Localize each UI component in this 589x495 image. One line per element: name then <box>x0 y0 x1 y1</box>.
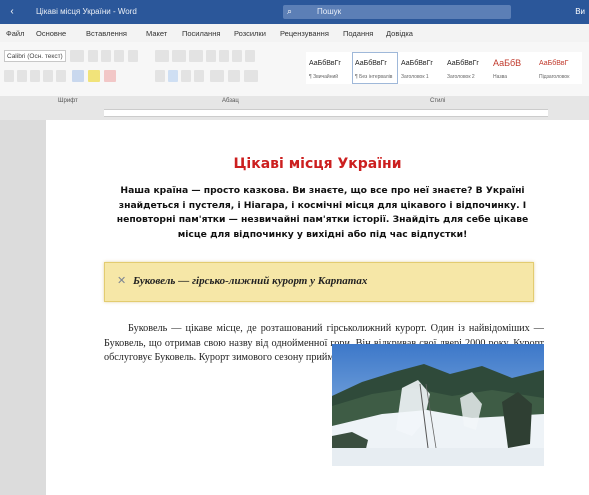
style-subtitle[interactable]: АаБбВвГ Підзаголовок <box>536 52 582 84</box>
style-no-spacing[interactable]: АаБбВвГг ¶ Без інтервалів <box>352 52 398 84</box>
intro-paragraph: Наша країна — просто казкова. Ви знаєте,… <box>116 185 529 240</box>
group-label-font: Шрифт <box>58 98 78 104</box>
window-title: Цікаві місця України - Word <box>36 7 137 16</box>
shading-icon[interactable] <box>228 70 240 82</box>
account-name[interactable]: Ви <box>575 7 585 16</box>
ribbon: Calibri (Осн. текст) АаБбВвГг ¶ Звичайни… <box>0 42 589 97</box>
bold-icon[interactable] <box>4 70 14 82</box>
tab-view[interactable]: Подання <box>343 29 373 38</box>
tab-home[interactable]: Основне <box>36 29 66 38</box>
document-title: Цікаві місця України <box>233 156 402 172</box>
grow-font-icon[interactable] <box>88 50 98 62</box>
ribbon-tabs: Файл Основне Вставлення Макет Посилання … <box>0 24 589 42</box>
style-caption: Підзаголовок <box>539 74 570 80</box>
strikethrough-icon[interactable] <box>43 70 53 82</box>
font-size-box[interactable] <box>70 50 84 62</box>
subscript-icon[interactable] <box>56 70 66 82</box>
callout-box: ✕ Буковель — гірсько-лижний курорт у Кар… <box>104 262 534 302</box>
tab-layout[interactable]: Макет <box>146 29 167 38</box>
tab-review[interactable]: Рецензування <box>280 29 329 38</box>
left-margin-area <box>0 120 46 495</box>
line-spacing-icon[interactable] <box>210 70 224 82</box>
decrease-indent-icon[interactable] <box>206 50 216 62</box>
title-bar: ‹ Цікаві місця України - Word ⌕ Пошук Ви <box>0 0 589 24</box>
numbering-icon[interactable] <box>172 50 186 62</box>
style-caption: ¶ Звичайний <box>309 74 339 80</box>
underline-icon[interactable] <box>30 70 40 82</box>
styles-gallery: АаБбВвГг ¶ Звичайний АаБбВвГг ¶ Без інте… <box>302 46 587 90</box>
style-caption: Заголовок 1 <box>401 74 429 80</box>
close-x-icon: ✕ <box>117 275 127 287</box>
font-name-box[interactable]: Calibri (Осн. текст) <box>4 50 66 62</box>
tab-references[interactable]: Посилання <box>182 29 220 38</box>
style-title[interactable]: АаБбВ Назва <box>490 52 536 84</box>
ski-resort-photo[interactable] <box>332 344 544 466</box>
word-window: ‹ Цікаві місця України - Word ⌕ Пошук Ви… <box>0 0 589 495</box>
style-caption: ¶ Без інтервалів <box>355 74 393 80</box>
ruler-area: Шрифт Абзац Стилі <box>0 96 589 120</box>
change-case-icon[interactable] <box>114 50 124 62</box>
group-label-styles: Стилі <box>430 98 446 104</box>
highlight-color-icon[interactable] <box>88 70 100 82</box>
search-box[interactable]: ⌕ Пошук <box>283 5 511 19</box>
tab-insert[interactable]: Вставлення <box>86 29 127 38</box>
horizontal-ruler[interactable] <box>104 109 548 117</box>
tab-help[interactable]: Довідка <box>386 29 413 38</box>
align-left-icon[interactable] <box>155 70 165 82</box>
style-sample: АаБбВ <box>493 58 522 68</box>
style-sample: АаБбВвГ <box>539 60 569 67</box>
style-sample: АаБбВвГг <box>355 60 387 67</box>
style-caption: Назва <box>493 74 508 80</box>
style-heading-1[interactable]: АаБбВвГг Заголовок 1 <box>398 52 444 84</box>
bullets-icon[interactable] <box>155 50 169 62</box>
mountain-image <box>332 344 544 466</box>
align-center-icon[interactable] <box>168 70 178 82</box>
style-sample: АаБбВвГг <box>401 60 433 67</box>
document-page[interactable]: Цікаві місця України Наша країна — прост… <box>46 120 589 495</box>
tab-file[interactable]: Файл <box>6 29 24 38</box>
italic-icon[interactable] <box>17 70 27 82</box>
text-effects-icon[interactable] <box>72 70 84 82</box>
style-sample: АаБбВвГг <box>447 60 479 67</box>
group-label-paragraph: Абзац <box>222 98 239 104</box>
sort-icon[interactable] <box>232 50 242 62</box>
search-icon: ⌕ <box>287 6 293 16</box>
tab-mailings[interactable]: Розсилки <box>234 29 266 38</box>
justify-icon[interactable] <box>194 70 204 82</box>
shrink-font-icon[interactable] <box>101 50 111 62</box>
style-sample: АаБбВвГг <box>309 60 341 67</box>
style-caption: Заголовок 2 <box>447 74 475 80</box>
font-color-icon[interactable] <box>104 70 116 82</box>
style-normal[interactable]: АаБбВвГг ¶ Звичайний <box>306 52 352 84</box>
multilevel-list-icon[interactable] <box>189 50 203 62</box>
search-placeholder: Пошук <box>317 7 342 16</box>
clear-format-icon[interactable] <box>128 50 138 62</box>
align-right-icon[interactable] <box>181 70 191 82</box>
increase-indent-icon[interactable] <box>219 50 229 62</box>
back-arrow-icon[interactable]: ‹ <box>6 6 18 18</box>
show-marks-icon[interactable] <box>245 50 255 62</box>
callout-text: Буковель — гірсько-лижний курорт у Карпа… <box>133 275 368 287</box>
style-heading-2[interactable]: АаБбВвГг Заголовок 2 <box>444 52 490 84</box>
borders-icon[interactable] <box>244 70 258 82</box>
